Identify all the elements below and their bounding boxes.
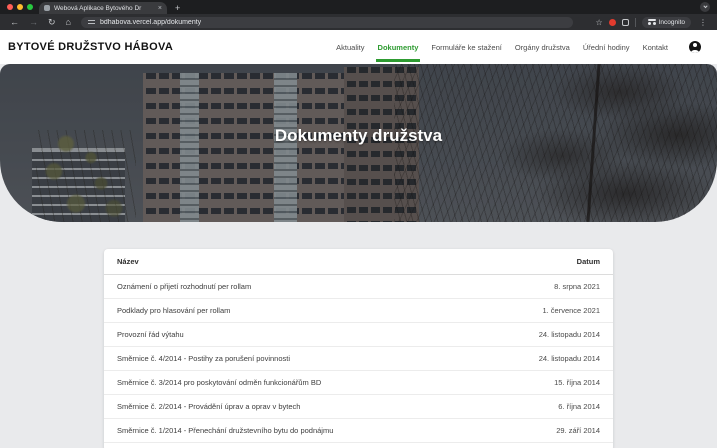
minimize-window-button[interactable]: [17, 4, 23, 10]
address-bar[interactable]: bdhabova.vercel.app/dokumenty: [81, 17, 573, 28]
table-row[interactable]: Směrnice č. 1/2014 - Přenechání družstev…: [104, 419, 613, 443]
browser-tab[interactable]: Webová Aplikace Bytového Dr ×: [39, 2, 167, 14]
tab-favicon-icon: [44, 5, 50, 11]
back-button[interactable]: ←: [6, 18, 23, 27]
browser-menu-button[interactable]: ⋮: [697, 18, 709, 27]
column-header-name: Název: [104, 257, 577, 266]
page-content: Název Datum Oznámení o přijetí rozhodnut…: [0, 222, 717, 448]
column-header-date: Datum: [577, 257, 613, 266]
reload-button[interactable]: ↻: [44, 18, 60, 27]
incognito-badge: Incognito: [642, 17, 691, 28]
document-name[interactable]: Směrnice č. 2/2014 - Provádění úprav a o…: [104, 402, 558, 411]
site-header: BYTOVÉ DRUŽSTVO HÁBOVA Aktuality Dokumen…: [0, 30, 717, 64]
main-nav: Aktuality Dokumenty Formuláře ke stažení…: [336, 41, 701, 53]
document-name[interactable]: Provozní řád výtahu: [104, 330, 539, 339]
extensions-icon[interactable]: [622, 19, 629, 26]
document-date: 6. října 2014: [558, 402, 613, 411]
table-row[interactable]: Oznámení o přijetí rozhodnutí per rollam…: [104, 275, 613, 299]
document-date: 1. července 2021: [542, 306, 613, 315]
table-footer-space: [104, 443, 613, 448]
tab-close-icon[interactable]: ×: [158, 5, 162, 12]
recording-extension-icon[interactable]: [609, 19, 616, 26]
browser-window: Webová Aplikace Bytového Dr × + ← → ↻ ⌂ …: [0, 0, 717, 448]
document-name[interactable]: Směrnice č. 3/2014 pro poskytování odměn…: [104, 378, 554, 387]
document-date: 29. září 2014: [556, 426, 613, 435]
tab-strip: Webová Aplikace Bytového Dr × +: [0, 0, 717, 14]
table-row[interactable]: Směrnice č. 2/2014 - Provádění úprav a o…: [104, 395, 613, 419]
tab-search-button[interactable]: [700, 2, 710, 12]
table-row[interactable]: Provozní řád výtahu 24. listopadu 2014: [104, 323, 613, 347]
forward-button[interactable]: →: [25, 18, 42, 27]
url-text[interactable]: bdhabova.vercel.app/dokumenty: [100, 19, 201, 26]
nav-item-organy[interactable]: Orgány družstva: [515, 43, 570, 52]
documents-table: Název Datum Oznámení o přijetí rozhodnut…: [104, 249, 613, 448]
document-date: 24. listopadu 2014: [539, 330, 613, 339]
table-row[interactable]: Směrnice č. 4/2014 - Postihy za porušení…: [104, 347, 613, 371]
site-logo[interactable]: BYTOVÉ DRUŽSTVO HÁBOVA: [8, 41, 173, 53]
new-tab-button[interactable]: +: [167, 2, 188, 14]
document-name[interactable]: Podklady pro hlasování per rollam: [104, 306, 542, 315]
hero-banner: Dokumenty družstva: [0, 64, 717, 222]
table-row[interactable]: Podklady pro hlasování per rollam 1. čer…: [104, 299, 613, 323]
document-name[interactable]: Oznámení o přijetí rozhodnutí per rollam: [104, 282, 554, 291]
site-settings-icon[interactable]: [88, 19, 95, 25]
chevron-down-icon: [703, 3, 707, 7]
nav-item-aktuality[interactable]: Aktuality: [336, 43, 364, 52]
incognito-label: Incognito: [659, 19, 685, 26]
document-date: 24. listopadu 2014: [539, 354, 613, 363]
page-title: Dokumenty družstva: [0, 64, 717, 222]
toolbar-right-icons: ☆ Incognito ⋮: [595, 17, 711, 28]
bookmark-star-icon[interactable]: ☆: [595, 18, 602, 27]
tab-title: Webová Aplikace Bytového Dr: [54, 5, 154, 12]
nav-item-kontakt[interactable]: Kontakt: [643, 43, 668, 52]
document-date: 15. října 2014: [554, 378, 613, 387]
document-date: 8. srpna 2021: [554, 282, 613, 291]
home-button[interactable]: ⌂: [62, 18, 75, 27]
table-row[interactable]: Směrnice č. 3/2014 pro poskytování odměn…: [104, 371, 613, 395]
close-window-button[interactable]: [7, 4, 13, 10]
document-name[interactable]: Směrnice č. 4/2014 - Postihy za porušení…: [104, 354, 539, 363]
table-header-row: Název Datum: [104, 249, 613, 275]
browser-toolbar: ← → ↻ ⌂ bdhabova.vercel.app/dokumenty ☆ …: [0, 14, 717, 30]
toolbar-divider: [635, 18, 636, 27]
nav-item-formulare[interactable]: Formuláře ke stažení: [431, 43, 501, 52]
maximize-window-button[interactable]: [27, 4, 33, 10]
incognito-icon: [648, 19, 656, 25]
document-name[interactable]: Směrnice č. 1/2014 - Přenechání družstev…: [104, 426, 556, 435]
macos-traffic-lights: [0, 0, 39, 14]
account-icon[interactable]: [689, 41, 701, 53]
nav-item-dokumenty[interactable]: Dokumenty: [378, 43, 419, 52]
nav-item-uredni-hodiny[interactable]: Úřední hodiny: [583, 43, 630, 52]
